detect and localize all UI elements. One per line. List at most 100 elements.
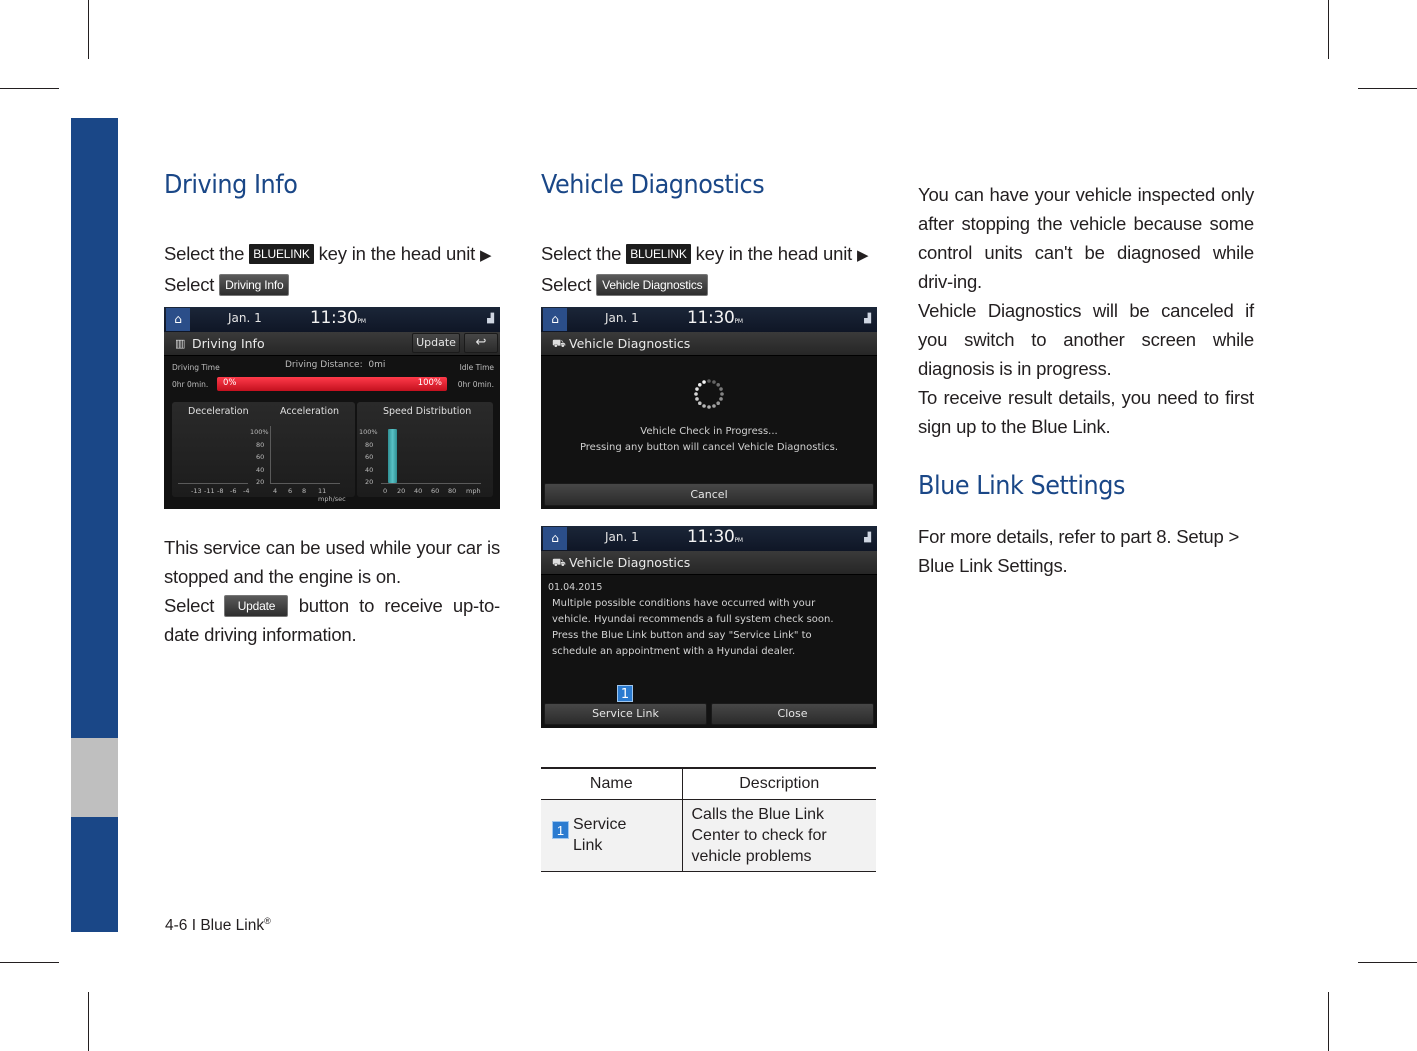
y-tick-label: 60	[365, 453, 374, 461]
y-tick-label: 20	[256, 478, 265, 486]
driving-info-menu-button: Driving Info	[219, 274, 290, 296]
bluelink-key: BLUELINK	[626, 244, 691, 264]
screen-title-bar: ⛟ Vehicle Diagnostics	[541, 332, 877, 356]
chapter-tab-current	[71, 738, 118, 817]
screen-title-bar: ▥ Driving Info Update ↩	[164, 332, 500, 356]
status-bar: ⌂ Jan. 1 11:30PM ▟	[541, 307, 877, 332]
x-tick-label: -11	[204, 487, 215, 495]
update-button[interactable]: Update	[412, 333, 460, 353]
status-bar: ⌂ Jan. 1 11:30PM ▟	[164, 307, 500, 332]
spinner-dot	[712, 380, 716, 384]
x-tick-label: 4	[273, 487, 278, 495]
y-tick-label: 60	[256, 453, 265, 461]
x-tick-label: -8	[217, 487, 224, 495]
screen-title: Vehicle Diagnostics	[569, 555, 691, 570]
driving-info-screen: ⌂ Jan. 1 11:30PM ▟ ▥ Driving Info Update…	[164, 307, 500, 509]
decel-x-axis	[178, 483, 248, 484]
idle-time-label: Idle Time	[459, 363, 494, 372]
speed-x-axis	[381, 483, 481, 484]
acceleration-panel: Deceleration Acceleration 100% 80 60 40 20 -1…	[172, 402, 355, 503]
spinner-dot	[698, 401, 702, 405]
y-tick-label: 40	[365, 465, 374, 474]
x-tick-label: -13	[191, 487, 202, 495]
driving-info-section: Driving Info Select the BLUELINK key in …	[164, 170, 500, 299]
x-tick-label: 11 mph/sec	[318, 487, 346, 503]
spinner-dot	[720, 392, 724, 396]
home-icon[interactable]: ⌂	[166, 308, 190, 331]
diagnostics-progress-screen: ⌂ Jan. 1 11:30PM ▟ ⛟ Vehicle Diagnostics…	[541, 307, 877, 509]
acceleration-title: Acceleration	[280, 406, 340, 417]
service-link-button[interactable]: Service Link	[544, 703, 707, 725]
spinner-dot	[716, 383, 720, 387]
x-tick-label: 80	[448, 487, 457, 495]
section-title: Driving Info	[164, 170, 298, 200]
speed-distribution-panel: Speed Distribution 100% 80 60 40 20 0 20 40 60 80…	[357, 402, 493, 497]
chapter-tab-blue-bottom	[71, 817, 118, 932]
cancel-button[interactable]: Cancel	[544, 483, 874, 506]
driving-time-value: 0hr 0min.	[172, 380, 209, 389]
driving-time-label: Driving Time	[172, 363, 220, 372]
close-button[interactable]: Close	[711, 703, 874, 725]
y-tick-label: 80	[256, 440, 265, 449]
date: Jan. 1	[228, 311, 262, 325]
crop-mark	[0, 962, 59, 963]
home-icon[interactable]: ⌂	[543, 527, 567, 550]
spinner-dot	[695, 397, 699, 401]
spinner-dot	[702, 380, 706, 384]
date: Jan. 1	[605, 530, 639, 544]
loading-spinner-icon	[694, 379, 724, 409]
x-tick-label: 40	[414, 487, 423, 495]
idle-time-value: 0hr 0min.	[457, 380, 494, 389]
crop-mark	[1328, 0, 1329, 59]
note-signup: To receive result details, you need to f…	[918, 387, 1254, 437]
car-icon: ⛟	[552, 556, 566, 569]
spinner-dot	[716, 401, 720, 405]
spinner-dot	[695, 387, 699, 391]
crop-mark	[88, 0, 89, 59]
report-date: 01.04.2015	[548, 582, 603, 593]
screen-title: Vehicle Diagnostics	[569, 336, 691, 351]
car-icon: ⛟	[552, 337, 566, 350]
usage-note: This service can be used while your car …	[164, 537, 500, 587]
y-tick-label: 80	[365, 440, 374, 449]
x-tick-label: 20	[397, 487, 406, 495]
row-name: 1 Service Link	[541, 799, 682, 872]
driving-info-description: This service can be used while your car …	[164, 533, 500, 649]
arrow-right-icon: ▶	[480, 247, 492, 264]
update-instruction: Select Update button to receive up-to-da…	[164, 595, 500, 645]
distance-label: Driving Distance: 0mi	[285, 360, 386, 370]
y-tick-label: 100%	[359, 428, 378, 436]
spinner-dot	[702, 404, 706, 408]
back-button[interactable]: ↩	[464, 333, 498, 353]
driving-ratio-bar: 0% 100%	[217, 377, 447, 391]
instruction-text: Select the BLUELINK key in the head unit…	[541, 243, 869, 296]
signal-icon: ▟	[864, 314, 871, 324]
bluelink-key: BLUELINK	[249, 244, 314, 264]
cancel-warning: Pressing any button will cancel Vehicle …	[579, 442, 839, 453]
y-tick-label: 40	[256, 465, 265, 474]
spinner-dot	[719, 387, 723, 391]
screen-title-bar: ⛟ Vehicle Diagnostics	[541, 551, 877, 575]
clock: 11:30PM	[687, 308, 743, 328]
spinner-dot	[707, 405, 711, 409]
clock: 11:30PM	[310, 308, 366, 328]
deceleration-title: Deceleration	[188, 406, 249, 417]
table-header-description: Description	[681, 767, 876, 800]
section-title: Blue Link Settings	[918, 471, 1125, 501]
crop-mark	[1358, 88, 1417, 89]
note-cancel: Vehicle Diagnostics will be canceled if …	[918, 300, 1254, 379]
signal-icon: ▟	[864, 533, 871, 543]
callout-badge: 1	[552, 821, 569, 839]
arrow-right-icon: ▶	[857, 247, 869, 264]
x-tick-label: mph	[466, 487, 481, 495]
home-icon[interactable]: ⌂	[543, 308, 567, 331]
table-row: 1 Service Link Calls the Blue Link Cente…	[541, 799, 876, 872]
crop-mark	[1358, 962, 1417, 963]
status-bar: ⌂ Jan. 1 11:30PM ▟	[541, 526, 877, 551]
chapter-tab-blue-top	[71, 118, 118, 738]
chart-icon: ▥	[175, 337, 186, 350]
crop-mark	[0, 88, 59, 89]
x-tick-label: -4	[243, 487, 250, 495]
diagnostics-notes: You can have your vehicle inspected only…	[918, 180, 1254, 580]
spinner-dot	[694, 392, 698, 396]
